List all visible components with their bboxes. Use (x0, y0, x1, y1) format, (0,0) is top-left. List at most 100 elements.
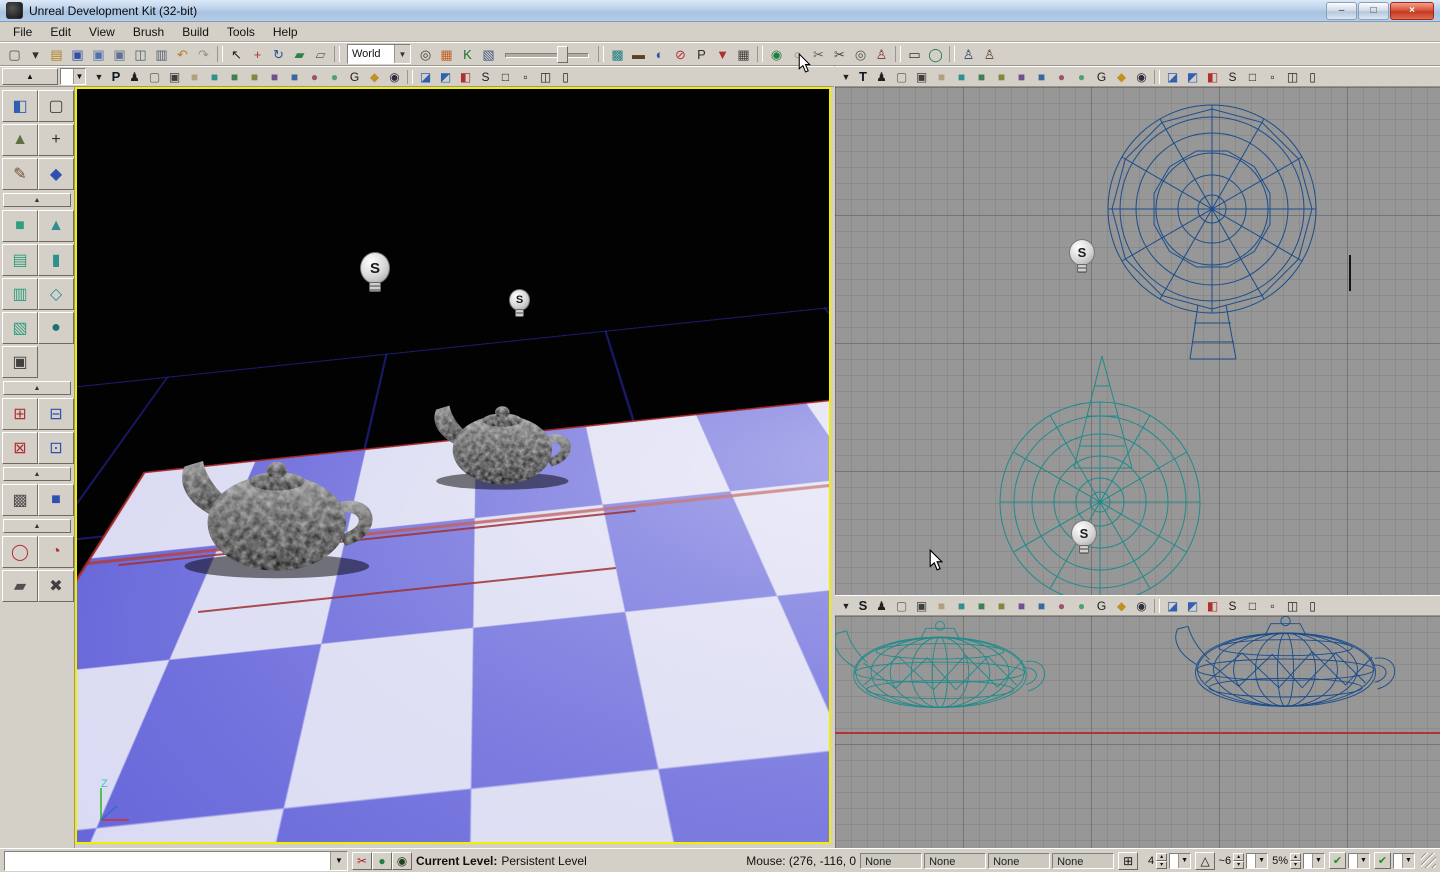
palette-separator[interactable]: ▲ (3, 193, 71, 207)
brush-wireframe-mode-icon[interactable]: ▢ (892, 597, 911, 614)
droplet-status-icon[interactable]: ● (372, 852, 392, 870)
resize-grip[interactable] (1421, 853, 1436, 868)
world-combo[interactable]: World ▼ (347, 44, 411, 64)
spin-down-icon[interactable]: ▾ (1233, 861, 1244, 869)
show-flags-eye-icon[interactable]: ◉ (1132, 597, 1151, 614)
csg-subtract-button[interactable]: ⊟ (38, 398, 74, 430)
shader-complexity-mode-icon[interactable]: ● (1052, 68, 1071, 85)
sheet-brush-button[interactable]: ◇ (38, 278, 74, 310)
hide-selected-button[interactable]: ■ (38, 484, 74, 516)
light-bulb-icon[interactable]: S (509, 289, 530, 311)
copy-icon[interactable]: ◫ (130, 44, 151, 64)
csg-add-button[interactable]: ⊞ (2, 398, 38, 430)
paste-icon[interactable]: ▥ (151, 44, 172, 64)
light-bulb-icon[interactable]: S (1069, 239, 1095, 266)
combo-arrow-icon[interactable]: ▼ (1402, 854, 1414, 868)
top-camera-icon[interactable]: ◩ (436, 68, 455, 85)
undo-icon[interactable]: ↶ (172, 44, 193, 64)
rotate-tool-icon[interactable]: ↻ (268, 44, 289, 64)
cube-brush-button[interactable]: ■ (2, 210, 38, 242)
selection-info-field[interactable]: None (988, 853, 1050, 869)
maximize-viewport-icon[interactable]: □ (496, 68, 515, 85)
split-viewport-icon[interactable]: ◫ (1283, 597, 1302, 614)
lighting-only-mode-icon[interactable]: ■ (992, 68, 1011, 85)
build-geometry-icon[interactable]: ⊘ (670, 44, 691, 64)
play-on-pc-icon[interactable]: ♙ (958, 44, 979, 64)
separator[interactable] (1154, 70, 1160, 84)
wireframe-teapot-blue-side[interactable] (1118, 616, 1440, 713)
slider-thumb[interactable] (557, 46, 568, 63)
scale-grid-combo[interactable]: ▼ (1303, 853, 1325, 869)
stone-teapot-left[interactable] (155, 435, 395, 583)
build-paths-icon[interactable]: P (691, 44, 712, 64)
minimize-button[interactable]: – (1326, 2, 1357, 20)
spin-down-icon[interactable]: ▾ (1156, 861, 1167, 869)
scissors-alt-icon[interactable]: ✂ (829, 44, 850, 64)
lit-mode-icon[interactable]: ■ (205, 68, 224, 85)
lighting-only-mode-icon[interactable]: ■ (992, 597, 1011, 614)
redo-icon[interactable]: ↷ (193, 44, 214, 64)
detail-lighting-mode-icon[interactable]: ■ (972, 597, 991, 614)
light-complexity-mode-icon[interactable]: ■ (1012, 597, 1031, 614)
lock-viewport-icon[interactable]: ◆ (365, 68, 384, 85)
lightmap-density-mode-icon[interactable]: ● (1072, 597, 1091, 614)
palette-scroll-up-button[interactable]: ▲ (2, 68, 58, 85)
add-volume-button[interactable]: ◯ (2, 536, 38, 568)
add-actor-icon[interactable]: ♙ (871, 44, 892, 64)
drop-camera-icon[interactable]: ◧ (1203, 68, 1222, 85)
menu-edit[interactable]: Edit (41, 23, 80, 41)
separator[interactable] (598, 46, 604, 62)
drag-grid-spinner[interactable]: ▴ ▾ (1156, 853, 1167, 869)
wireframe-mode-icon[interactable]: ▣ (165, 68, 184, 85)
search-gear-icon[interactable]: ◎ (850, 44, 871, 64)
top-camera-icon[interactable]: ◩ (1183, 68, 1202, 85)
menu-file[interactable]: File (4, 23, 41, 41)
sentinel-icon[interactable]: ◐ (649, 44, 670, 64)
separator[interactable] (1154, 599, 1160, 613)
spin-down-icon[interactable]: ▾ (1290, 861, 1301, 869)
camera-mode-button[interactable]: ◧ (2, 90, 38, 122)
detail-lighting-mode-icon[interactable]: ■ (225, 68, 244, 85)
csg-deintersect-button[interactable]: ⊡ (38, 432, 74, 464)
stairs-brush-button[interactable]: ▤ (2, 244, 38, 276)
perspective-camera-icon[interactable]: ◪ (1163, 597, 1182, 614)
light-bulb-icon[interactable]: S (360, 252, 390, 284)
select-semisolid-button[interactable]: ▰ (2, 570, 38, 602)
menu-brush[interactable]: Brush (124, 23, 173, 41)
lock-selected-icon[interactable]: S (476, 68, 495, 85)
combo-arrow-icon[interactable]: ▼ (1255, 854, 1267, 868)
spin-up-icon[interactable]: ▴ (1156, 853, 1167, 861)
realtime-toggle-icon[interactable]: ♟ (125, 68, 144, 85)
texture-density-mode-icon[interactable]: ■ (1032, 68, 1051, 85)
wireframe-teapot-teal-side[interactable] (835, 618, 1055, 714)
detail-lighting-mode-icon[interactable]: ■ (972, 68, 991, 85)
game-view-icon[interactable]: G (1092, 68, 1111, 85)
open-level-icon[interactable]: ▤ (46, 44, 67, 64)
game-view-icon[interactable]: G (1092, 597, 1111, 614)
drag-grid-combo[interactable]: ▼ (1169, 853, 1191, 869)
light-actor[interactable]: S (1071, 520, 1097, 554)
light-complexity-mode-icon[interactable]: ■ (265, 68, 284, 85)
shader-complexity-mode-icon[interactable]: ● (1052, 597, 1071, 614)
viewport-type-label-side[interactable]: S (855, 598, 871, 613)
cone-brush-button[interactable]: ▲ (38, 210, 74, 242)
menu-build[interactable]: Build (173, 23, 218, 41)
lighting-only-mode-icon[interactable]: ■ (245, 68, 264, 85)
play-on-console-icon[interactable]: ♙ (979, 44, 1000, 64)
scissors-status-icon[interactable]: ✂ (352, 852, 372, 870)
split-viewport-icon[interactable]: ◫ (536, 68, 555, 85)
content-browser-icon[interactable]: ▦ (436, 44, 457, 64)
texture-density-mode-icon[interactable]: ■ (1032, 597, 1051, 614)
palette-separator[interactable]: ▲ (3, 381, 71, 395)
actor-search-combo-arrow[interactable]: ▼ (330, 852, 347, 870)
combo-arrow-icon[interactable]: ▼ (1178, 854, 1190, 868)
perspective-camera-icon[interactable]: ◪ (416, 68, 435, 85)
shader-complexity-mode-icon[interactable]: ● (305, 68, 324, 85)
rotation-grid-icon[interactable]: △ (1195, 852, 1215, 870)
light-complexity-mode-icon[interactable]: ■ (1012, 68, 1031, 85)
restore-viewport-icon[interactable]: ▫ (1263, 597, 1282, 614)
new-dropdown-arrow[interactable]: ▾ (25, 44, 46, 64)
palette-separator[interactable]: ▲ (3, 467, 71, 481)
lightmap-density-mode-icon[interactable]: ● (1072, 68, 1091, 85)
top-camera-icon[interactable]: ◩ (1183, 597, 1202, 614)
